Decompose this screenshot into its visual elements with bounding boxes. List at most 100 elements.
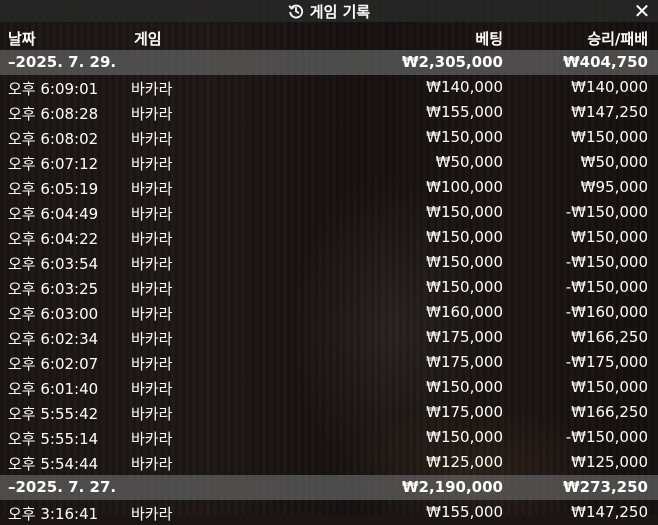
- row-result: ₩150,000: [571, 378, 648, 396]
- row-game: 바카라: [131, 455, 173, 473]
- row-bet: ₩150,000: [426, 228, 503, 246]
- table-row[interactable]: 오후 6:03:25 바카라 ₩150,000 -₩150,000: [0, 275, 658, 300]
- title-bar: 게임 기록 ✕: [0, 0, 658, 22]
- table-row[interactable]: 오후 6:02:34 바카라 ₩175,000 ₩166,250: [0, 325, 658, 350]
- row-result: ₩50,000: [580, 153, 648, 171]
- row-result: ₩125,000: [571, 453, 648, 471]
- row-game: 바카라: [131, 405, 173, 423]
- row-game: 바카라: [131, 155, 173, 173]
- group-total-result: ₩273,250: [563, 478, 648, 496]
- row-bet: ₩150,000: [426, 253, 503, 271]
- row-game: 바카라: [131, 205, 173, 223]
- row-game: 바카라: [131, 80, 173, 98]
- row-time: 오후 6:05:19: [8, 180, 99, 198]
- history-icon: [288, 3, 304, 19]
- row-bet: ₩150,000: [426, 203, 503, 221]
- date-group-row[interactable]: –2025. 7. 29. ₩2,305,000 ₩404,750: [0, 50, 658, 75]
- table-row[interactable]: 오후 6:08:02 바카라 ₩150,000 ₩150,000: [0, 125, 658, 150]
- column-header-date: 날짜: [8, 30, 36, 48]
- table-row[interactable]: 오후 3:16:41 바카라 ₩155,000 ₩147,250: [0, 500, 658, 525]
- row-game: 바카라: [131, 230, 173, 248]
- row-game: 바카라: [131, 105, 173, 123]
- group-total-result: ₩404,750: [563, 53, 648, 71]
- row-game: 바카라: [131, 355, 173, 373]
- row-result: -₩150,000: [565, 253, 648, 271]
- row-bet: ₩125,000: [426, 453, 503, 471]
- table-row[interactable]: 오후 5:55:42 바카라 ₩175,000 ₩166,250: [0, 400, 658, 425]
- row-bet: ₩175,000: [426, 403, 503, 421]
- row-game: 바카라: [131, 180, 173, 198]
- row-result: -₩160,000: [565, 303, 648, 321]
- row-game: 바카라: [131, 330, 173, 348]
- row-result: ₩95,000: [580, 178, 648, 196]
- page-title: 게임 기록: [309, 2, 371, 21]
- row-time: 오후 3:16:41: [8, 505, 99, 523]
- table-row[interactable]: 오후 6:04:22 바카라 ₩150,000 ₩150,000: [0, 225, 658, 250]
- table-row[interactable]: 오후 6:08:28 바카라 ₩155,000 ₩147,250: [0, 100, 658, 125]
- table-row[interactable]: 오후 6:03:00 바카라 ₩160,000 -₩160,000: [0, 300, 658, 325]
- row-result: -₩150,000: [565, 428, 648, 446]
- row-bet: ₩155,000: [426, 503, 503, 521]
- row-time: 오후 6:07:12: [8, 155, 99, 173]
- row-bet: ₩175,000: [426, 328, 503, 346]
- row-game: 바카라: [131, 280, 173, 298]
- row-bet: ₩50,000: [435, 153, 503, 171]
- row-bet: ₩150,000: [426, 278, 503, 296]
- row-game: 바카라: [131, 380, 173, 398]
- row-result: ₩166,250: [571, 328, 648, 346]
- table-row[interactable]: 오후 6:03:54 바카라 ₩150,000 -₩150,000: [0, 250, 658, 275]
- group-date: –2025. 7. 27.: [8, 478, 117, 496]
- column-header-bet: 베팅: [475, 30, 503, 48]
- row-time: 오후 6:08:02: [8, 130, 99, 148]
- table-header: 날짜 게임 베팅 승리/패배: [0, 26, 658, 50]
- row-bet: ₩150,000: [426, 378, 503, 396]
- row-bet: ₩150,000: [426, 128, 503, 146]
- row-time: 오후 6:02:34: [8, 330, 99, 348]
- table-row[interactable]: 오후 6:04:49 바카라 ₩150,000 -₩150,000: [0, 200, 658, 225]
- table-row[interactable]: 오후 5:55:14 바카라 ₩150,000 -₩150,000: [0, 425, 658, 450]
- row-bet: ₩100,000: [426, 178, 503, 196]
- row-game: 바카라: [131, 505, 173, 523]
- row-result: ₩150,000: [571, 128, 648, 146]
- row-bet: ₩175,000: [426, 353, 503, 371]
- table-row[interactable]: 오후 6:07:12 바카라 ₩50,000 ₩50,000: [0, 150, 658, 175]
- row-time: 오후 6:01:40: [8, 380, 99, 398]
- table-row[interactable]: 오후 6:09:01 바카라 ₩140,000 ₩140,000: [0, 75, 658, 100]
- row-time: 오후 6:03:54: [8, 255, 99, 273]
- table-row[interactable]: 오후 6:01:40 바카라 ₩150,000 ₩150,000: [0, 375, 658, 400]
- table-row[interactable]: 오후 6:02:07 바카라 ₩175,000 -₩175,000: [0, 350, 658, 375]
- row-time: 오후 6:04:49: [8, 205, 99, 223]
- row-time: 오후 6:03:00: [8, 305, 99, 323]
- column-header-result: 승리/패배: [587, 30, 648, 48]
- row-game: 바카라: [131, 305, 173, 323]
- group-date: –2025. 7. 29.: [8, 53, 117, 71]
- row-time: 오후 6:03:25: [8, 280, 99, 298]
- close-icon[interactable]: ✕: [632, 1, 652, 21]
- game-history-panel: 게임 기록 ✕ 날짜 게임 베팅 승리/패배 –2025. 7. 29. ₩2,…: [0, 0, 658, 523]
- row-game: 바카라: [131, 430, 173, 448]
- history-list[interactable]: –2025. 7. 29. ₩2,305,000 ₩404,750 오후 6:0…: [0, 50, 658, 525]
- row-result: -₩150,000: [565, 203, 648, 221]
- row-time: 오후 5:55:14: [8, 430, 99, 448]
- table-row[interactable]: 오후 6:05:19 바카라 ₩100,000 ₩95,000: [0, 175, 658, 200]
- row-game: 바카라: [131, 255, 173, 273]
- row-result: ₩140,000: [571, 78, 648, 96]
- row-time: 오후 6:04:22: [8, 230, 99, 248]
- date-group-row[interactable]: –2025. 7. 27. ₩2,190,000 ₩273,250: [0, 475, 658, 500]
- row-time: 오후 6:09:01: [8, 80, 99, 98]
- row-bet: ₩155,000: [426, 103, 503, 121]
- row-result: ₩147,250: [571, 503, 648, 521]
- row-game: 바카라: [131, 130, 173, 148]
- column-header-game: 게임: [134, 30, 162, 48]
- row-time: 오후 5:54:44: [8, 455, 99, 473]
- row-result: -₩175,000: [565, 353, 648, 371]
- table-row[interactable]: 오후 5:54:44 바카라 ₩125,000 ₩125,000: [0, 450, 658, 475]
- row-bet: ₩160,000: [426, 303, 503, 321]
- row-time: 오후 6:08:28: [8, 105, 99, 123]
- group-total-bet: ₩2,190,000: [401, 478, 503, 496]
- row-result: ₩166,250: [571, 403, 648, 421]
- row-result: ₩150,000: [571, 228, 648, 246]
- row-result: -₩150,000: [565, 278, 648, 296]
- row-bet: ₩150,000: [426, 428, 503, 446]
- row-bet: ₩140,000: [426, 78, 503, 96]
